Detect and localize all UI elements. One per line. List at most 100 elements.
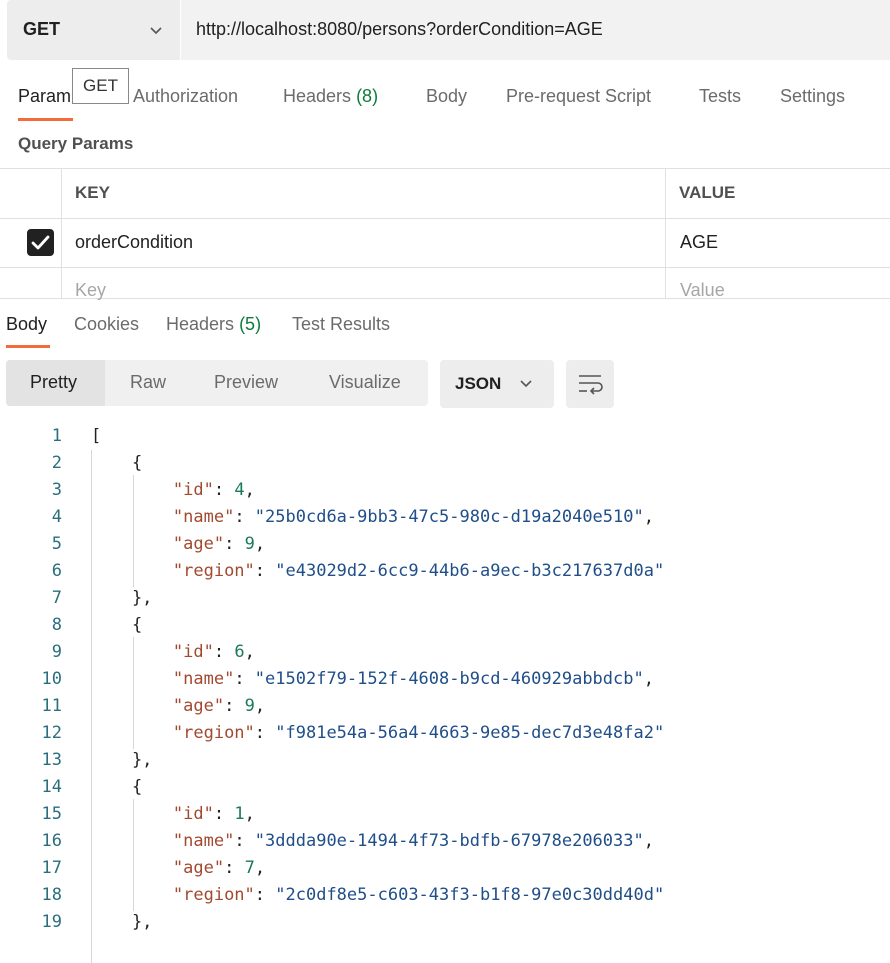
indent-guide [133,637,134,749]
view-mode-raw[interactable]: Raw [130,372,166,393]
table-row-divider [0,267,890,268]
code-line: 14 { [0,774,890,801]
response-tab-test-results-label: Test Results [292,314,391,334]
tab-authorization-label: Authorization [133,86,239,106]
json-punctuation: , [643,831,654,851]
code-line: 19 }, [0,909,890,936]
view-mode-preview[interactable]: Preview [214,372,278,393]
json-punctuation: : [254,561,276,581]
json-punctuation [91,561,173,581]
response-tab-cookies[interactable]: Cookies [74,314,139,335]
line-number: 8 [51,615,62,635]
wrap-lines-button[interactable] [566,360,614,408]
tab-params[interactable]: Param [18,86,71,107]
json-key: "region" [172,723,255,743]
code-text: }, [91,585,152,612]
json-string: "3ddda90e-1494-4f73-bdfb-67978e206033" [254,831,644,851]
active-tab-indicator [18,118,73,121]
table-row-divider [0,218,890,219]
param-value-cell[interactable]: AGE [680,232,718,253]
line-number: 4 [51,507,62,527]
response-tab-test-results[interactable]: Test Results [292,314,390,335]
tab-headers-count: (8) [356,86,379,106]
json-punctuation: : [234,669,255,689]
code-text: "age": 9, [91,531,265,558]
response-tab-headers[interactable]: Headers (5) [166,314,261,335]
wrap-lines-icon [579,375,603,395]
response-tab-body[interactable]: Body [6,314,47,335]
line-number: 9 [51,642,62,662]
format-label: JSON [455,374,502,393]
table-col-divider [61,168,62,299]
json-key: "age" [172,696,225,716]
json-punctuation: : [224,696,245,716]
code-text: "name": "e1502f79-152f-4608-b9cd-460929a… [91,666,654,693]
json-punctuation: [ [91,426,102,446]
json-string: "e1502f79-152f-4608-b9cd-460929abbdcb" [254,669,644,689]
tab-authorization[interactable]: Authorization [133,86,238,107]
json-punctuation: , [244,642,255,662]
new-param-value-input[interactable]: Value [680,280,725,301]
line-number: 18 [41,885,62,905]
tab-body-label: Body [426,86,468,106]
line-number: 12 [41,723,62,743]
tab-pre-request-script[interactable]: Pre-request Script [506,86,651,107]
line-number: 3 [51,480,62,500]
response-tab-headers-label: Headers [166,314,235,334]
tab-tests[interactable]: Tests [699,86,741,107]
line-number: 19 [41,912,62,932]
code-text: }, [91,909,152,936]
code-text: "id": 4, [91,477,255,504]
line-number: 2 [51,453,62,473]
line-number: 16 [41,831,62,851]
json-punctuation [91,642,173,662]
code-text: "name": "25b0cd6a-9bb3-47c5-980c-d19a204… [91,504,654,531]
url-input[interactable]: http://localhost:8080/persons?orderCondi… [181,0,890,60]
json-number: 7 [244,858,255,878]
json-number: 6 [234,642,245,662]
json-punctuation: , [244,804,255,824]
indent-guide [133,475,134,587]
response-body-viewer[interactable]: 1[2 {3 "id": 4, 4 "name": "25b0cd6a-9bb3-… [0,423,890,963]
response-tab-body-label: Body [6,314,48,334]
new-param-key-input[interactable]: Key [75,280,106,301]
json-punctuation [91,858,173,878]
json-string: "2c0df8e5-c603-43f3-b1f8-97e0c30dd40d" [275,885,665,905]
json-string: "f981e54a-56a4-4663-9e85-dec7d3e48fa2" [275,723,665,743]
json-number: 9 [244,696,255,716]
json-punctuation [91,480,173,500]
param-key-cell[interactable]: orderCondition [75,232,193,253]
json-punctuation: { [91,615,143,635]
json-punctuation: : [213,480,235,500]
json-punctuation [91,885,173,905]
tab-tests-label: Tests [699,86,742,106]
tab-pre-request-script-label: Pre-request Script [506,86,652,106]
tab-headers[interactable]: Headers (8) [283,86,378,107]
json-number: 4 [234,480,245,500]
json-punctuation [91,534,173,554]
tab-body[interactable]: Body [426,86,467,107]
code-text: "region": "f981e54a-56a4-4663-9e85-dec7d… [91,720,664,747]
indent-guide [133,799,134,911]
line-number: 10 [41,669,62,689]
method-select[interactable]: GET [7,0,180,60]
line-number: 7 [51,588,62,608]
code-line: 8 { [0,612,890,639]
line-number: 6 [51,561,62,581]
code-text: [ [91,423,101,450]
json-punctuation [91,669,173,689]
table-col-divider [665,168,666,299]
json-punctuation: , [643,507,654,527]
tab-settings[interactable]: Settings [780,86,845,107]
json-punctuation: }, [91,750,153,770]
view-mode-visualize[interactable]: Visualize [329,372,401,393]
json-key: "region" [172,561,255,581]
json-key: "region" [172,885,255,905]
line-number: 17 [41,858,62,878]
param-enabled-checkbox[interactable] [27,229,54,256]
response-tab-headers-count: (5) [239,314,262,334]
json-punctuation: , [244,480,255,500]
code-text: "id": 1, [91,801,255,828]
view-mode-pretty[interactable]: Pretty [30,372,77,393]
json-string: "e43029d2-6cc9-44b6-a9ec-b3c217637d0a" [275,561,665,581]
